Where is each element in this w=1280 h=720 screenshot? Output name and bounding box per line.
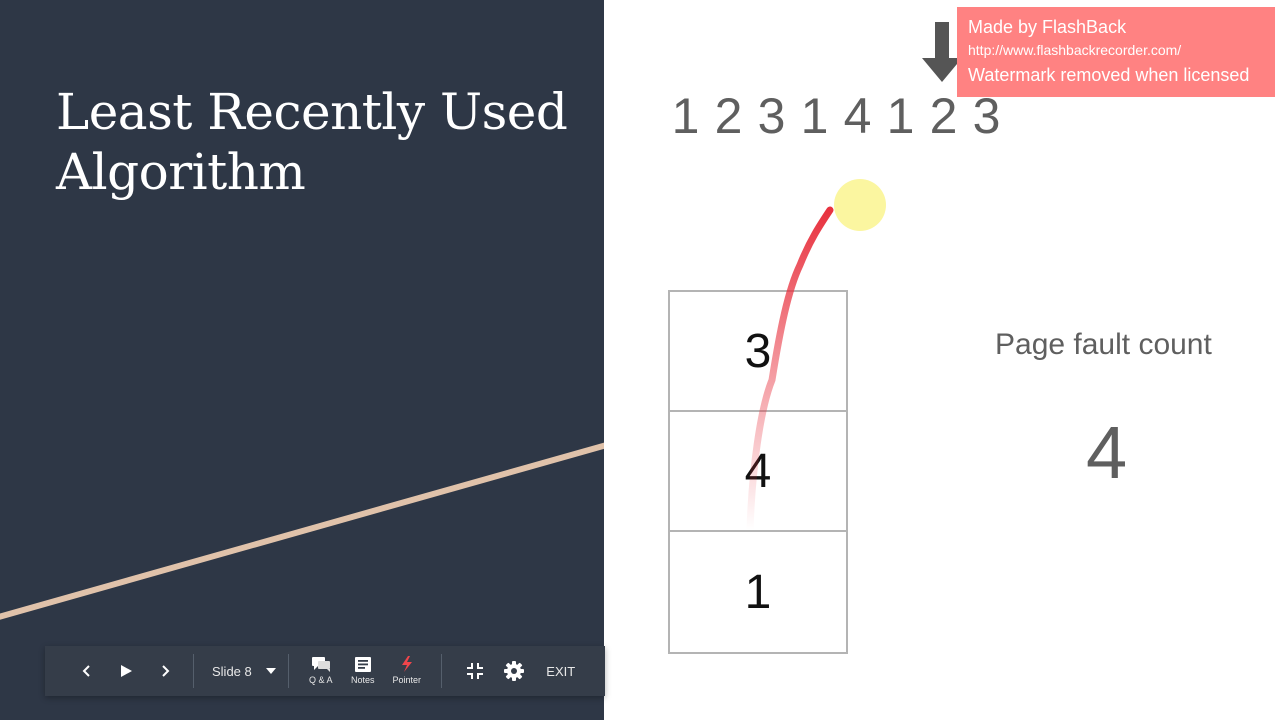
notes-button[interactable]: Notes	[345, 656, 381, 686]
notes-label: Notes	[350, 674, 375, 685]
play-icon	[121, 665, 132, 677]
reference-item: 4	[843, 88, 872, 144]
pointer-button[interactable]: Pointer	[381, 656, 433, 686]
page-fault-value: 4	[1086, 411, 1128, 494]
caret-down-icon	[265, 668, 276, 674]
flashback-watermark: Made by FlashBack http://www.flashbackre…	[957, 7, 1275, 97]
frame-slot: 1	[744, 565, 772, 619]
laser-pointer-icon	[401, 656, 412, 672]
reference-item: 2	[714, 88, 743, 144]
notes-icon	[354, 656, 371, 672]
current-page-arrow-icon	[922, 22, 962, 82]
prev-slide-button[interactable]	[73, 664, 101, 678]
play-button[interactable]	[101, 664, 151, 678]
slide-left-panel: Least Recently Used Algorithm	[0, 0, 604, 720]
chevron-left-icon	[82, 665, 90, 677]
pointer-label: Pointer	[392, 675, 422, 685]
page-frames: 3 4 1	[668, 290, 848, 654]
frame-slot: 3	[670, 292, 846, 412]
chat-bubble-icon	[311, 656, 330, 672]
chevron-right-icon	[162, 665, 170, 677]
gear-icon	[503, 661, 524, 681]
slide-title-line2: Algorithm	[56, 143, 306, 201]
slide-selector-label: Slide 8	[212, 663, 252, 679]
settings-button[interactable]	[500, 661, 528, 681]
watermark-url: http://www.flashbackrecorder.com/	[968, 42, 1182, 58]
reference-item: 3	[757, 88, 786, 144]
frame-slot: 4	[670, 412, 846, 532]
slide-title-line1: Least Recently Used	[56, 83, 568, 141]
next-slide-button[interactable]	[151, 664, 179, 678]
reference-item: 1	[800, 88, 829, 144]
reference-item: 1	[886, 88, 915, 144]
watermark-line1: Made by FlashBack	[968, 17, 1127, 37]
slide-selector[interactable]: Slide 8	[194, 664, 288, 679]
watermark-line3: Watermark removed when licensed	[968, 65, 1250, 85]
slide-title: Least Recently Used Algorithm	[56, 82, 568, 202]
qa-label: Q & A	[308, 674, 333, 685]
reference-item: 1	[671, 88, 700, 144]
qa-button[interactable]: Q & A	[297, 656, 345, 686]
page-fault-label: Page fault count	[995, 328, 1212, 361]
toolbar-divider	[287, 654, 289, 688]
exit-fullscreen-icon	[466, 663, 483, 679]
exit-button[interactable]: EXIT	[528, 664, 594, 679]
exit-fullscreen-button[interactable]	[450, 663, 500, 679]
exit-label: EXIT	[546, 663, 576, 679]
toolbar-divider	[440, 654, 442, 688]
presenter-toolbar: Slide 8 Q & A Notes Pointer EXIT	[45, 646, 605, 696]
